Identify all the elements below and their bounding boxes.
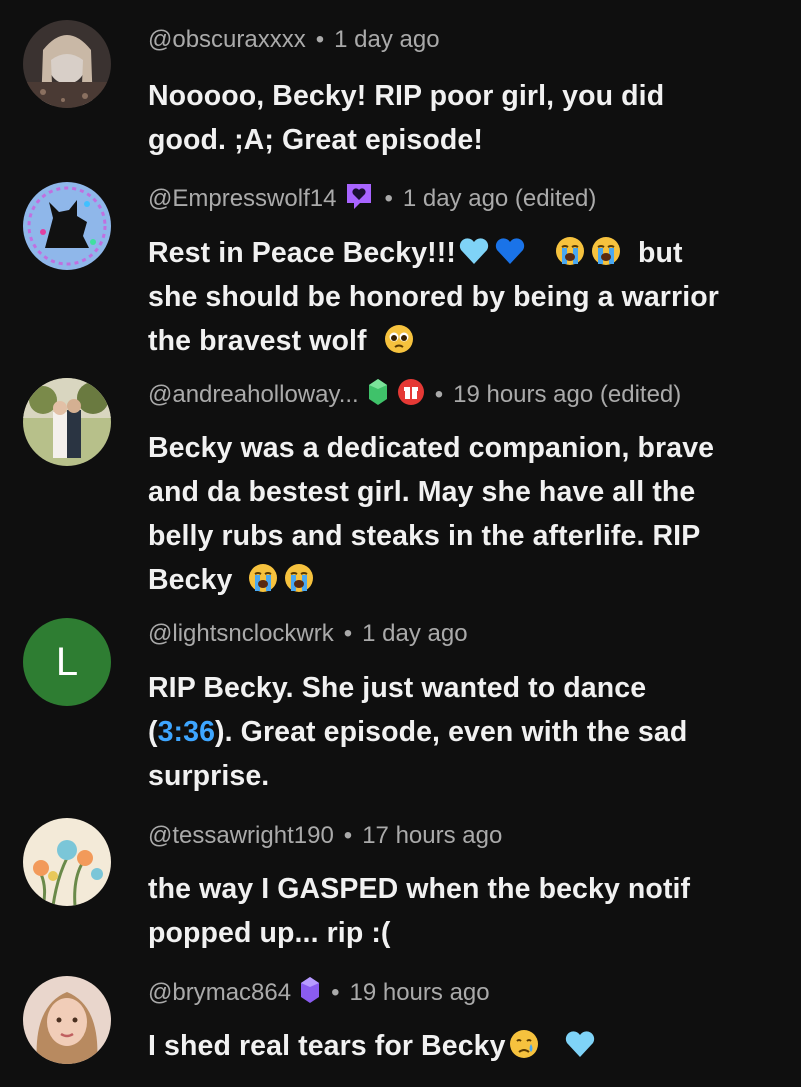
comment-line: the way I GASPED when the becky notif <box>148 873 691 905</box>
comment-text: Becky was a dedicated companion, brave a… <box>148 426 778 602</box>
avatar[interactable] <box>23 976 111 1064</box>
comment-line: Rest in Peace Becky!!! but <box>148 231 778 275</box>
meta-separator: • <box>434 381 444 408</box>
comment-line: (3:36). Great episode, even with the sad <box>148 710 778 754</box>
pleading-face-icon <box>383 323 415 355</box>
comment-line: the bravest wolf <box>148 319 778 363</box>
comment-line: RIP Becky. She just wanted to dance <box>148 672 647 704</box>
comment-text: the way I GASPED when the becky notif po… <box>148 867 778 955</box>
comment-line-text: ). Great episode, even with the sad <box>215 716 688 748</box>
comment-meta: @andreaholloway... • 19 hours ago (edite… <box>148 378 682 413</box>
comment-line: I shed real tears for Becky <box>148 1024 778 1068</box>
comment-line: belly rubs and steaks in the afterlife. … <box>148 520 701 552</box>
meta-separator: • <box>331 979 340 1006</box>
avatar[interactable] <box>23 20 111 108</box>
meta-separator: • <box>343 822 353 849</box>
comment-text: Nooooo, Becky! RIP poor girl, you did go… <box>148 74 778 162</box>
comment-time: 19 hours ago <box>349 979 490 1006</box>
comment-line: she should be honored by being a warrior <box>148 281 719 313</box>
member-heart-badge-icon <box>344 181 374 218</box>
avatar[interactable] <box>23 182 111 270</box>
comment-line-text: ( <box>148 716 158 748</box>
comment-line: popped up... rip :( <box>148 917 391 949</box>
comment-line: Becky <box>148 558 778 602</box>
comment-line: surprise. <box>148 760 270 792</box>
red-gift-badge-icon <box>397 378 425 413</box>
comment-line: Nooooo, Becky! RIP poor girl, you did <box>148 80 665 112</box>
comment-line-text: but <box>637 237 683 269</box>
meta-separator: • <box>384 185 393 212</box>
comment-author[interactable]: @andreaholloway... <box>148 381 359 409</box>
meta-separator: • <box>343 620 353 647</box>
comment-line: good. ;A; Great episode! <box>148 124 483 156</box>
comment-time: 19 hours ago (edited) <box>453 381 682 408</box>
avatar[interactable] <box>23 818 111 906</box>
comment-author[interactable]: @brymac864 <box>148 979 291 1007</box>
comment-text: Rest in Peace Becky!!! but she should be… <box>148 231 778 363</box>
comment-text: RIP Becky. She just wanted to dance (3:3… <box>148 666 778 798</box>
comment-author[interactable]: @tessawright190 <box>148 822 334 850</box>
comment-author[interactable]: @lightsnclockwrk <box>148 620 334 648</box>
comment-line: and da bestest girl. May she have all th… <box>148 476 696 508</box>
avatar[interactable]: L <box>23 618 111 706</box>
comment-text: I shed real tears for Becky <box>148 1024 778 1068</box>
comment-line: Becky was a dedicated companion, brave <box>148 432 715 464</box>
comment-meta: @tessawright190 • 17 hours ago <box>148 821 502 851</box>
comment-time: 17 hours ago <box>362 822 503 849</box>
light-blue-heart-icon <box>458 235 490 267</box>
comment-meta: @brymac864 • 19 hours ago <box>148 976 490 1008</box>
video-timestamp-link[interactable]: 3:36 <box>158 716 215 748</box>
comment-author[interactable]: @Empresswolf14 <box>148 185 336 213</box>
crying-tear-face-icon <box>508 1028 540 1060</box>
crying-face-icon <box>247 562 279 594</box>
comment-time: 1 day ago <box>362 620 468 647</box>
blue-heart-icon <box>494 235 526 267</box>
avatar[interactable] <box>23 378 111 466</box>
crying-face-icon <box>590 235 622 267</box>
comment-line-text: the bravest wolf <box>148 325 367 357</box>
crying-face-icon <box>554 235 586 267</box>
comment-time: 1 day ago (edited) <box>402 185 597 212</box>
comment-time: 1 day ago <box>334 26 440 53</box>
comment-author[interactable]: @obscuraxxxx <box>148 26 306 54</box>
crying-face-icon <box>283 562 315 594</box>
comment-meta: @obscuraxxxx • 1 day ago <box>148 25 440 55</box>
purple-gem-badge-icon <box>299 975 321 1012</box>
comment-line-text: Becky <box>148 564 233 596</box>
comment-meta: @lightsnclockwrk • 1 day ago <box>148 619 468 649</box>
green-gem-badge-icon <box>367 377 389 414</box>
meta-separator: • <box>315 26 325 53</box>
comment-line-text: Rest in Peace Becky!!! <box>148 237 456 269</box>
comment-meta: @Empresswolf14 • 1 day ago (edited) <box>148 183 597 214</box>
light-blue-heart-icon <box>564 1028 596 1060</box>
avatar-letter: L <box>55 639 79 684</box>
comment-line-text: I shed real tears for Becky <box>148 1030 506 1062</box>
